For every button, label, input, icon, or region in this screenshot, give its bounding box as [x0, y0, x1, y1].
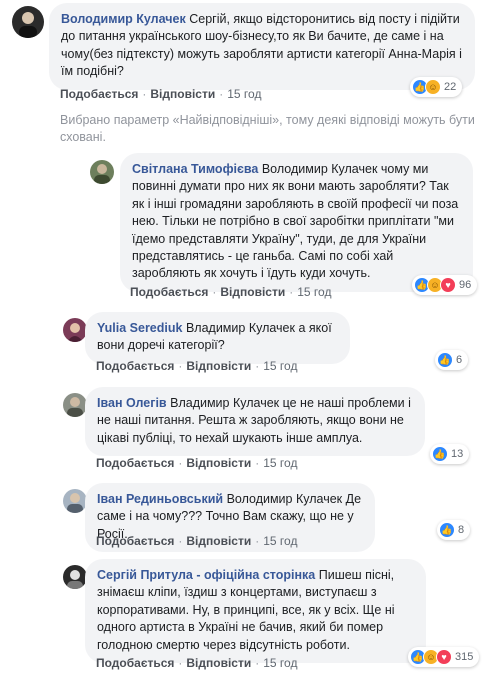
comment-actions: Подобається · Відповісти · 15 год	[96, 359, 298, 373]
relevance-notice: Вибрано параметр «Найвідповідніші», тому…	[60, 113, 475, 145]
reply-button[interactable]: Відповісти	[150, 87, 215, 101]
comment-text: Володимир Кулачек чому ми повинні думати…	[132, 162, 459, 281]
avatar[interactable]	[12, 6, 44, 38]
comment-bubble: Сергій Притула - офіційна сторінка Пишеш …	[85, 559, 426, 664]
love-icon: ♥	[440, 277, 456, 293]
comment-time[interactable]: 15 год	[227, 87, 261, 101]
comment-author[interactable]: Володимир Кулачек	[61, 12, 189, 26]
comment-bubble: Іван Олегів Владимир Кулачек це не наші п…	[85, 387, 425, 457]
like-button[interactable]: Подобається	[96, 534, 174, 548]
avatar[interactable]	[63, 565, 87, 589]
reaction-summary[interactable]: 👍 ☺ ♥ 315	[408, 647, 480, 667]
reaction-count: 13	[451, 448, 464, 460]
avatar[interactable]	[63, 393, 87, 417]
comment-time[interactable]: 15 год	[263, 656, 297, 670]
comment-actions: Подобається · Відповісти · 15 год	[60, 87, 262, 101]
reaction-count: 8	[458, 524, 465, 536]
reaction-count: 315	[455, 651, 474, 663]
comment-actions: Подобається · Відповісти · 15 год	[96, 456, 298, 470]
comment-author[interactable]: Іван Олегів	[97, 396, 170, 410]
like-button[interactable]: Подобається	[60, 87, 138, 101]
reaction-summary[interactable]: 👍 ☺ 22	[410, 77, 463, 97]
comment-author[interactable]: Іван Рединьовський	[97, 492, 227, 506]
haha-icon: ☺	[425, 79, 441, 95]
reaction-summary[interactable]: 👍 13	[430, 444, 470, 464]
like-button[interactable]: Подобається	[96, 456, 174, 470]
comment-bubble: Світлана Тимофієва Володимир Кулачек чому…	[120, 153, 473, 292]
reply-button[interactable]: Відповісти	[186, 534, 251, 548]
reply-button[interactable]: Відповісти	[186, 456, 251, 470]
reaction-summary[interactable]: 👍 8	[437, 520, 471, 540]
reply-button[interactable]: Відповісти	[186, 359, 251, 373]
reaction-count: 6	[456, 354, 463, 366]
comment-author[interactable]: Yulia Serediuk	[97, 321, 186, 335]
comment-actions: Подобається · Відповісти · 15 год	[130, 285, 332, 299]
comment-time[interactable]: 15 год	[263, 534, 297, 548]
like-icon: 👍	[437, 352, 453, 368]
comment-author[interactable]: Світлана Тимофієва	[132, 162, 262, 176]
comment-actions: Подобається · Відповісти · 15 год	[96, 656, 298, 670]
comment-bubble: Yulia Serediuk Владимир Кулачек а якої во…	[85, 312, 350, 364]
like-button[interactable]: Подобається	[130, 285, 208, 299]
comment-author[interactable]: Сергій Притула - офіційна сторінка	[97, 568, 319, 582]
like-icon: 👍	[432, 446, 448, 462]
reaction-summary[interactable]: 👍 ☺ ♥ 96	[412, 275, 478, 295]
like-button[interactable]: Подобається	[96, 359, 174, 373]
comment-actions: Подобається · Відповісти · 15 год	[96, 534, 298, 548]
reply-button[interactable]: Відповісти	[220, 285, 285, 299]
reaction-count: 96	[459, 279, 472, 291]
avatar[interactable]	[63, 318, 87, 342]
reaction-count: 22	[444, 81, 457, 93]
comment-bubble: Володимир Кулачек Сергій, якщо відсторони…	[49, 3, 475, 90]
like-icon: 👍	[439, 522, 455, 538]
reply-button[interactable]: Відповісти	[186, 656, 251, 670]
love-icon: ♥	[436, 649, 452, 665]
comment-time[interactable]: 15 год	[263, 359, 297, 373]
avatar[interactable]	[63, 489, 87, 513]
comment-time[interactable]: 15 год	[297, 285, 331, 299]
reaction-summary[interactable]: 👍 6	[435, 350, 469, 370]
like-button[interactable]: Подобається	[96, 656, 174, 670]
comment-time[interactable]: 15 год	[263, 456, 297, 470]
